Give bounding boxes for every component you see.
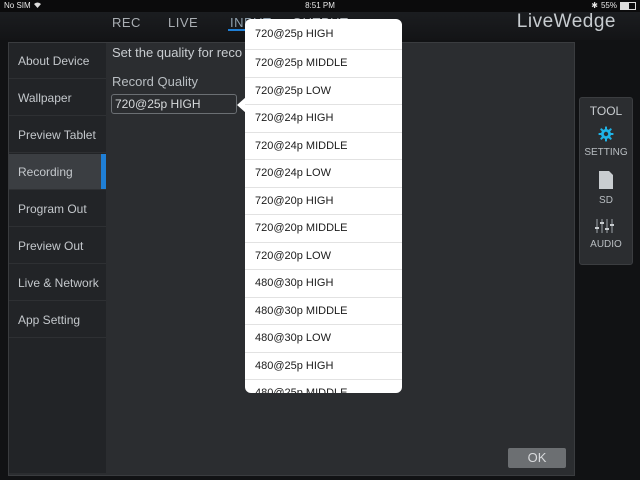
quality-option[interactable]: 480@30p LOW [245,325,402,353]
audio-mixer-icon [580,218,632,237]
tool-panel: TOOL SETTING SD AUDIO [579,97,633,265]
tool-setting-label: SETTING [584,147,628,158]
quality-option[interactable]: 480@30p HIGH [245,270,402,298]
tool-sd[interactable]: SD [580,170,632,206]
quality-option[interactable]: 720@25p MIDDLE [245,50,402,78]
sidebar-item-label: Recording [18,165,73,179]
tab-rec[interactable]: REC [112,15,141,30]
quality-option[interactable]: 720@25p HIGH [245,19,402,50]
tool-sd-label: SD [599,195,613,206]
quality-option[interactable]: 480@25p HIGH [245,353,402,380]
quality-option[interactable]: 720@25p LOW [245,78,402,105]
quality-option[interactable]: 720@20p LOW [245,243,402,270]
tool-audio[interactable]: AUDIO [580,218,632,250]
record-quality-label: Record Quality [112,74,198,89]
record-quality-select[interactable]: 720@25p HIGH [111,94,237,114]
quality-option[interactable]: 480@30p MIDDLE [245,298,402,325]
ok-button[interactable]: OK [508,448,566,468]
gear-icon [580,126,632,145]
quality-option[interactable]: 480@25p MIDDLE [245,380,402,393]
quality-options-popover: 720@25p HIGH 720@25p MIDDLE 720@25p LOW … [245,19,402,393]
tool-title: TOOL [589,104,623,118]
sidebar-item-preview-out[interactable]: Preview Out [9,228,106,264]
quality-option[interactable]: 720@24p HIGH [245,105,402,133]
tool-setting[interactable]: SETTING [580,126,632,158]
sidebar-item-about-device[interactable]: About Device [9,43,106,79]
tool-audio-label: AUDIO [590,239,622,250]
quality-option[interactable]: 720@24p LOW [245,160,402,188]
quality-option[interactable]: 720@20p MIDDLE [245,215,402,243]
battery-icon [620,1,636,10]
sidebar-item-preview-tablet[interactable]: Preview Tablet [9,117,106,153]
active-item-marker [101,154,106,189]
sidebar-item-recording[interactable]: Recording [9,154,106,190]
bluetooth-icon: ✱ [591,1,598,10]
sidebar-item-program-out[interactable]: Program Out [9,191,106,227]
quality-option[interactable]: 720@24p MIDDLE [245,133,402,160]
sd-card-icon [580,170,632,193]
clock: 8:51 PM [305,1,335,10]
sidebar-item-live-network[interactable]: Live & Network [9,265,106,301]
battery-percent: 55% [600,1,617,10]
settings-sidebar: About Device Wallpaper Preview Tablet Re… [9,43,106,473]
brand-logo: LiveWedge [516,11,616,32]
tab-live[interactable]: LIVE [168,15,198,30]
section-description: Set the quality for reco [112,45,243,60]
battery-status: ✱ 55% [591,1,636,10]
quality-option[interactable]: 720@20p HIGH [245,188,402,215]
sidebar-item-app-setting[interactable]: App Setting [9,302,106,338]
sidebar-item-wallpaper[interactable]: Wallpaper [9,80,106,116]
